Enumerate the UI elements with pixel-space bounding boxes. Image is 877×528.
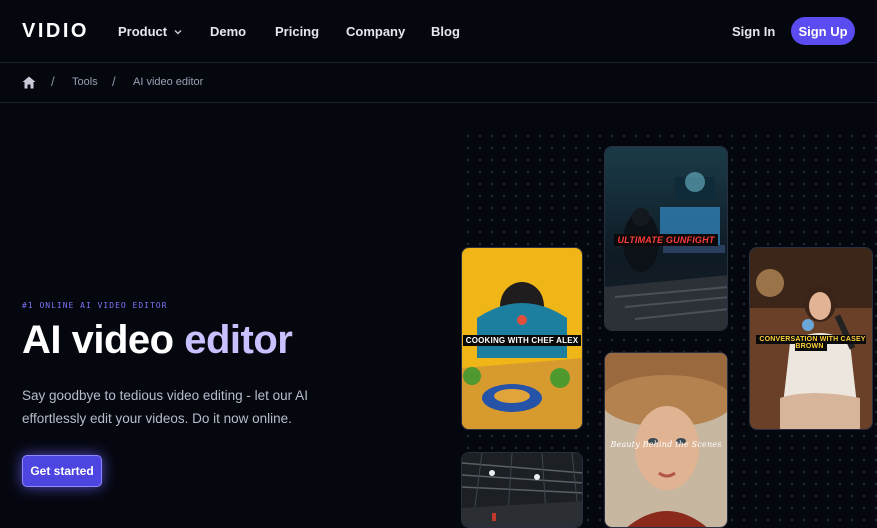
breadcrumb-current: AI video editor xyxy=(133,76,204,88)
nav-product-label: Product xyxy=(118,24,168,39)
hero-description: Say goodbye to tedious video editing - l… xyxy=(22,388,308,426)
video-card-conversation[interactable]: CONVERSATION WITH CASEY BROWN xyxy=(749,247,873,430)
video-card-cooking[interactable]: COOKING WITH CHEF ALEX xyxy=(461,247,583,430)
nav-pricing[interactable]: Pricing xyxy=(275,24,319,39)
caption-ultimate-gunfight: ULTIMATE GUNFIGHT xyxy=(605,234,727,246)
sign-up-button[interactable]: Sign Up xyxy=(791,17,855,45)
get-started-button[interactable]: Get started xyxy=(22,455,102,487)
arena-thumbnail xyxy=(462,453,582,527)
hero-title-main: AI video xyxy=(22,318,185,362)
video-card-gunfight[interactable]: ULTIMATE GUNFIGHT xyxy=(604,146,728,331)
caption-cooking-with-chef-alex: COOKING WITH CHEF ALEX xyxy=(462,335,582,346)
home-icon[interactable] xyxy=(22,76,36,89)
caption-beauty-behind-the-scenes: Beauty Behind the Scenes xyxy=(610,440,722,449)
breadcrumb-separator: / xyxy=(112,74,116,89)
nav-demo[interactable]: Demo xyxy=(210,24,246,39)
nav-blog[interactable]: Blog xyxy=(431,24,460,39)
top-navigation-bar: VIDIO Product Demo Pricing Company Blog … xyxy=(0,0,877,63)
page-title: AI video editor xyxy=(22,318,293,363)
hero-eyebrow: #1 ONLINE AI VIDEO EDITOR xyxy=(22,301,168,310)
caption-conversation-with-casey-brown: CONVERSATION WITH CASEY BROWN xyxy=(750,335,872,351)
breadcrumb: / Tools / AI video editor xyxy=(0,63,877,103)
hero-title-accent: editor xyxy=(184,318,293,362)
breadcrumb-tools[interactable]: Tools xyxy=(72,76,98,88)
breadcrumb-separator: / xyxy=(51,74,55,89)
sign-in-link[interactable]: Sign In xyxy=(732,24,775,39)
video-card-beauty[interactable]: Beauty Behind the Scenes xyxy=(604,352,728,528)
vidio-logo[interactable]: VIDIO xyxy=(22,20,89,43)
video-card-arena[interactable] xyxy=(461,452,583,528)
nav-product[interactable]: Product xyxy=(118,24,183,39)
chevron-down-icon xyxy=(174,29,182,34)
nav-company[interactable]: Company xyxy=(346,24,405,39)
